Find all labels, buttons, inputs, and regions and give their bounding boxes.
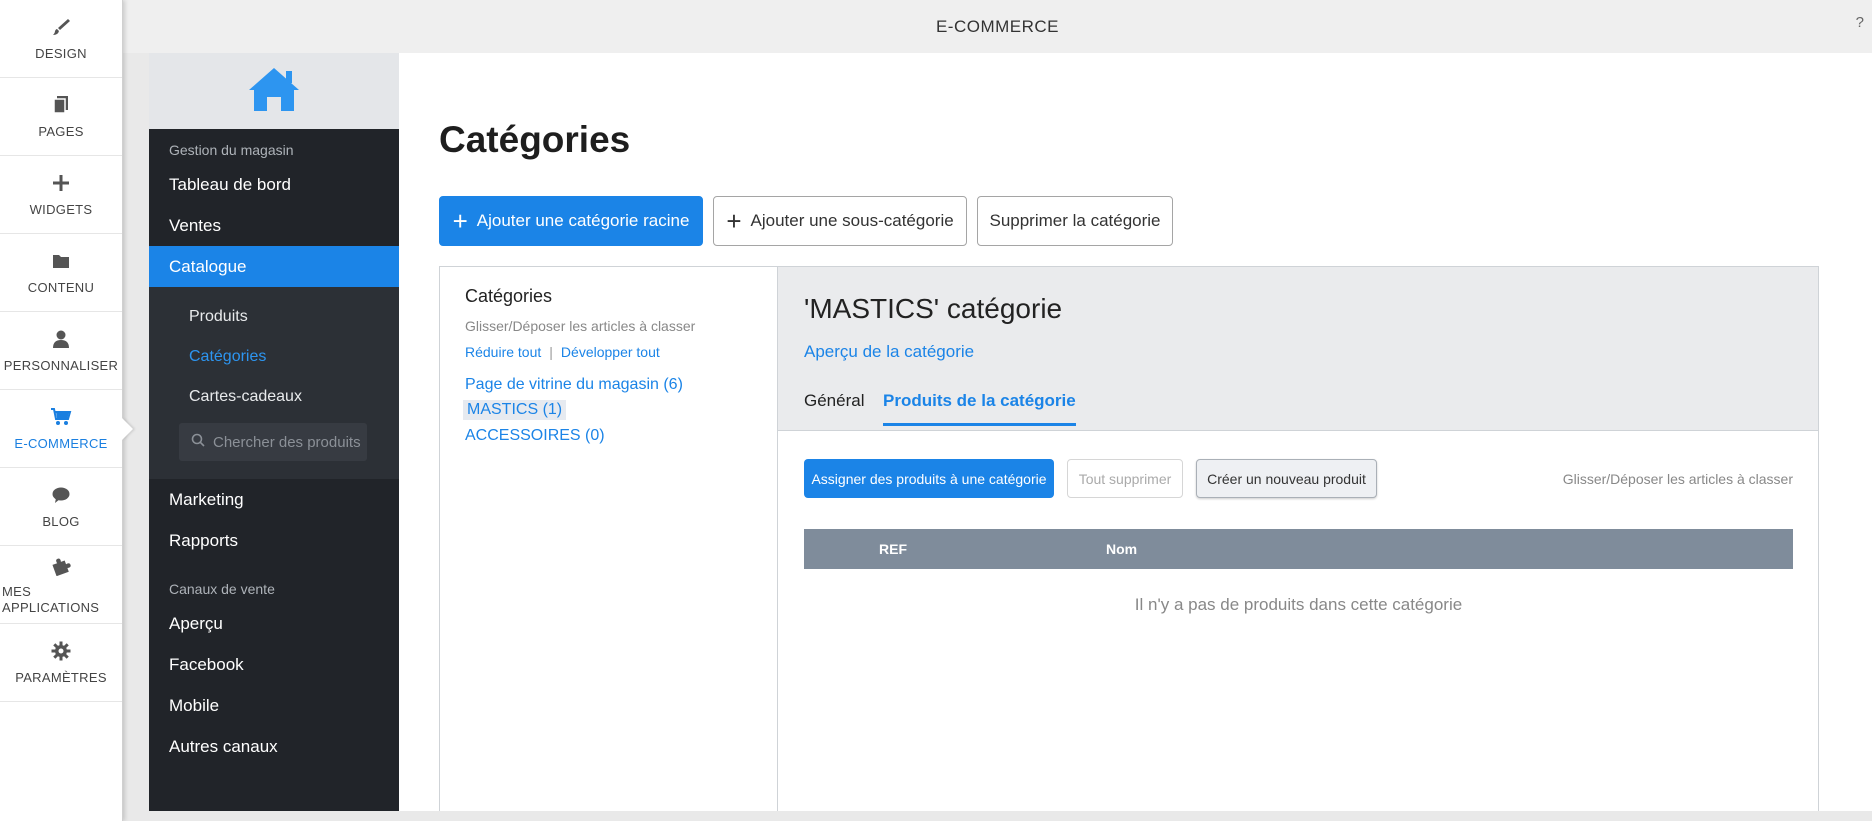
- add-subcategory-label: Ajouter une sous-catégorie: [750, 211, 954, 230]
- nav-catalog[interactable]: Catalogue: [149, 246, 399, 287]
- rail-label: E-COMMERCE: [14, 435, 108, 451]
- section-label-store-management: Gestion du magasin: [169, 142, 294, 158]
- expand-all-link[interactable]: Développer tout: [561, 344, 660, 360]
- delete-category-button[interactable]: Supprimer la catégorie: [977, 196, 1173, 246]
- main-content: Catégories + Ajouter une catégorie racin…: [399, 53, 1872, 811]
- rail-label: BLOG: [42, 513, 80, 529]
- add-root-category-button[interactable]: + Ajouter une catégorie racine: [439, 196, 703, 246]
- help-icon[interactable]: ?: [1856, 14, 1864, 31]
- category-preview-link[interactable]: Aperçu de la catégorie: [804, 342, 974, 362]
- tree-node-mastics[interactable]: MASTICS (1): [463, 400, 567, 420]
- nav-channel-overview[interactable]: Aperçu: [149, 603, 399, 644]
- rail-label: WIDGETS: [29, 201, 93, 217]
- puzzle-icon: [50, 554, 72, 576]
- plus-icon: [50, 172, 72, 194]
- products-table-header: REF Nom: [804, 529, 1793, 569]
- delete-all-button[interactable]: Tout supprimer: [1067, 459, 1183, 498]
- tree-title: Catégories: [465, 286, 553, 306]
- rail-label: CONTENU: [27, 279, 95, 295]
- add-subcategory-button[interactable]: + Ajouter une sous-catégorie: [713, 196, 967, 246]
- column-header-name[interactable]: Nom: [1106, 541, 1137, 557]
- catalog-submenu: Produits Catégories Cartes-cadeaux Cherc…: [149, 287, 399, 479]
- nav-channel-other[interactable]: Autres canaux: [149, 726, 399, 767]
- category-tree: Catégories Glisser/Déposer les articles …: [440, 267, 778, 811]
- nav-sales[interactable]: Ventes: [149, 205, 399, 246]
- nav-reports[interactable]: Rapports: [149, 520, 399, 561]
- rail-item-blog[interactable]: BLOG: [0, 468, 122, 546]
- category-title: 'MASTICS' catégorie: [804, 293, 1063, 324]
- tree-node-accessoires[interactable]: ACCESSOIRES (0): [465, 427, 605, 445]
- rail-item-contenu[interactable]: CONTENU: [0, 234, 122, 312]
- pages-icon: [50, 94, 72, 116]
- rail-item-personnaliser[interactable]: PERSONNALISER: [0, 312, 122, 390]
- chat-icon: [50, 484, 72, 506]
- nav-marketing[interactable]: Marketing: [149, 479, 399, 520]
- column-header-ref[interactable]: REF: [879, 541, 907, 557]
- rail-label: PARAMÈTRES: [15, 669, 107, 685]
- rail-item-ecommerce[interactable]: E-COMMERCE: [0, 390, 122, 468]
- category-panel: Catégories Glisser/Déposer les articles …: [439, 266, 1819, 811]
- top-bar: E-COMMERCE ?: [123, 0, 1872, 53]
- folder-icon: [50, 250, 72, 272]
- brush-icon: [50, 16, 72, 38]
- rail-label: PERSONNALISER: [3, 357, 119, 373]
- nav-channel-mobile[interactable]: Mobile: [149, 685, 399, 726]
- product-search-input[interactable]: Chercher des produits: [179, 423, 367, 461]
- section-label-sales-channels: Canaux de vente: [169, 581, 275, 597]
- app-title: E-COMMERCE: [935, 16, 1060, 36]
- rail-item-widgets[interactable]: WIDGETS: [0, 156, 122, 234]
- rail-item-applications[interactable]: MES APPLICATIONS: [0, 546, 122, 624]
- home-button[interactable]: [149, 53, 399, 129]
- detail-drag-hint: Glisser/Déposer les articles à classer: [1562, 471, 1793, 487]
- nav-channel-facebook[interactable]: Facebook: [149, 644, 399, 685]
- tree-links: Réduire tout | Développer tout: [465, 344, 660, 360]
- user-icon: [50, 328, 72, 350]
- collapse-all-link[interactable]: Réduire tout: [465, 344, 541, 360]
- tab-category-products[interactable]: Produits de la catégorie: [883, 391, 1076, 426]
- rail-label: PAGES: [38, 123, 84, 139]
- search-placeholder: Chercher des produits: [213, 433, 361, 451]
- tree-node-storefront[interactable]: Page de vitrine du magasin (6): [465, 376, 683, 394]
- rail-item-pages[interactable]: PAGES: [0, 78, 122, 156]
- assign-products-button[interactable]: Assigner des produits à une catégorie: [804, 459, 1054, 498]
- plus-icon: +: [452, 206, 468, 236]
- detail-header: 'MASTICS' catégorie Aperçu de la catégor…: [778, 267, 1818, 431]
- page-title: Catégories: [439, 119, 631, 160]
- home-icon: [246, 65, 302, 118]
- empty-table-message: Il n'y a pas de produits dans cette caté…: [1134, 595, 1463, 614]
- category-detail: 'MASTICS' catégorie Aperçu de la catégor…: [778, 267, 1818, 811]
- store-sidebar: Gestion du magasin Tableau de bord Vente…: [149, 53, 399, 811]
- plus-icon: +: [726, 206, 742, 236]
- nav-dashboard[interactable]: Tableau de bord: [149, 164, 399, 205]
- cart-icon: [50, 406, 72, 428]
- tab-general[interactable]: Général: [804, 391, 864, 423]
- link-separator: |: [549, 344, 553, 360]
- add-root-category-label: Ajouter une catégorie racine: [476, 211, 690, 230]
- sub-gift-cards[interactable]: Cartes-cadeaux: [149, 377, 399, 417]
- rail-label: MES APPLICATIONS: [2, 583, 100, 615]
- tree-hint: Glisser/Déposer les articles à classer: [465, 318, 696, 334]
- search-icon: [191, 433, 205, 452]
- left-icon-rail: DESIGN PAGES WIDGETS CONTENU PERSONNALIS…: [0, 0, 123, 821]
- rail-label: DESIGN: [35, 45, 87, 61]
- rail-item-parametres[interactable]: PARAMÈTRES: [0, 624, 122, 702]
- sub-categories[interactable]: Catégories: [149, 337, 399, 377]
- gear-icon: [50, 640, 72, 662]
- create-product-button[interactable]: Créer un nouveau produit: [1196, 459, 1377, 498]
- sub-products[interactable]: Produits: [149, 297, 399, 337]
- rail-item-design[interactable]: DESIGN: [0, 0, 122, 78]
